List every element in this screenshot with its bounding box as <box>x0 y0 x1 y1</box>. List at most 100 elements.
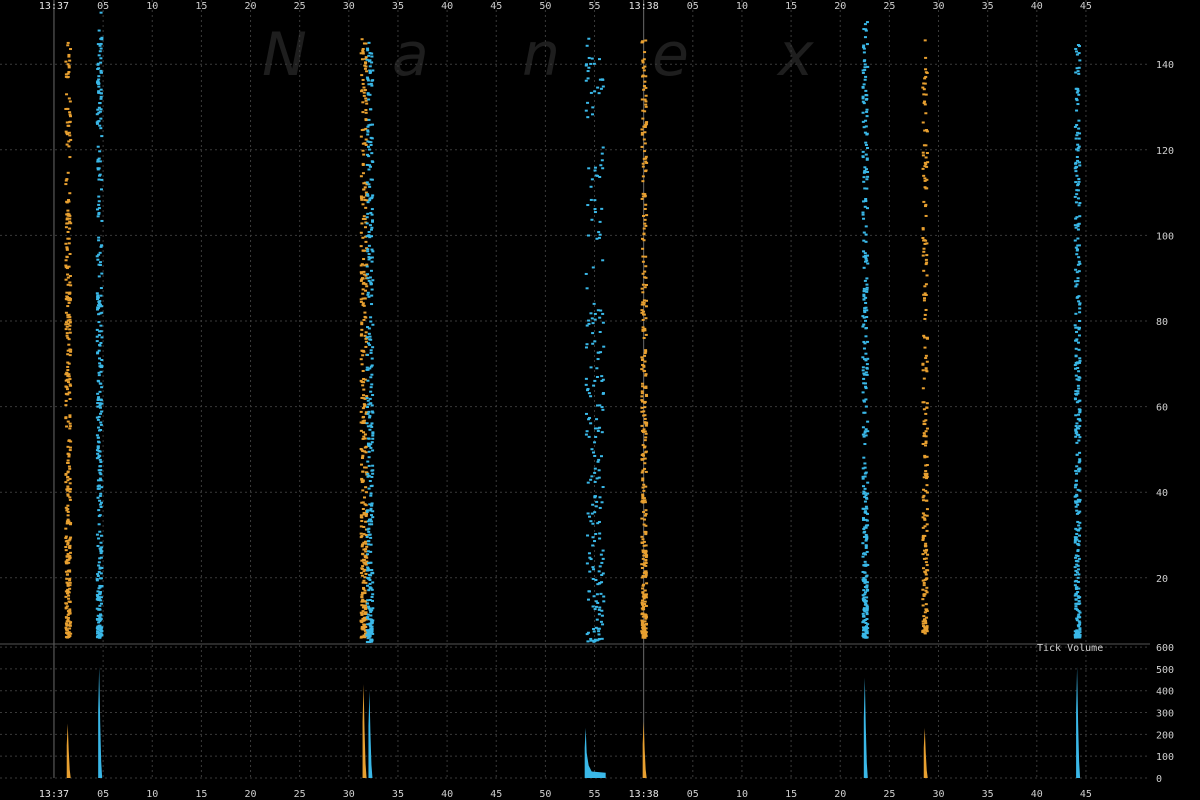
trade-point <box>96 630 100 633</box>
trade-point <box>368 335 372 338</box>
trade-point <box>366 584 370 587</box>
trade-point <box>861 612 865 615</box>
trade-point <box>585 430 589 433</box>
trade-point <box>1078 616 1082 619</box>
trade-point <box>922 625 926 628</box>
trade-point <box>922 250 926 253</box>
trade-point <box>1078 262 1082 265</box>
trade-point <box>921 496 925 499</box>
trade-point <box>68 523 72 526</box>
trade-point <box>361 111 365 114</box>
trade-point <box>370 425 374 428</box>
trade-point <box>861 507 865 510</box>
trade-point <box>1076 555 1080 558</box>
trade-point <box>369 614 373 617</box>
trade-point <box>64 242 68 245</box>
trade-point <box>66 476 70 479</box>
trade-point <box>362 304 366 307</box>
trade-point <box>99 341 103 344</box>
trade-point <box>1073 364 1077 367</box>
trade-point <box>642 364 646 367</box>
trade-point <box>923 285 927 288</box>
trade-point <box>366 248 370 251</box>
trade-point <box>1075 532 1079 535</box>
trade-point <box>924 56 928 59</box>
trade-point <box>861 71 865 74</box>
trade-point <box>96 614 100 617</box>
trade-point <box>645 582 649 585</box>
trade-point <box>644 424 648 427</box>
trade-point <box>361 416 365 419</box>
trade-point <box>640 517 644 520</box>
trade-point <box>644 556 648 559</box>
trade-point <box>371 472 375 475</box>
trade-point <box>1077 256 1081 259</box>
trade-point <box>1074 560 1078 563</box>
trade-point <box>97 561 101 564</box>
trade-point <box>641 326 645 329</box>
trade-point <box>593 540 597 543</box>
trade-point <box>95 328 99 331</box>
trade-point <box>921 588 925 591</box>
trade-point <box>642 227 646 230</box>
trade-point <box>641 538 645 541</box>
trade-point <box>641 604 645 607</box>
trade-point <box>864 233 868 236</box>
trade-point <box>925 499 929 502</box>
trade-point <box>363 421 367 424</box>
trade-point <box>925 508 929 511</box>
trade-point <box>98 429 102 432</box>
trade-point <box>641 247 645 250</box>
trade-point <box>924 308 928 311</box>
x-tick-label-bottom: 30 <box>343 789 355 800</box>
trade-point <box>865 366 869 369</box>
trade-point <box>363 604 367 607</box>
trade-point <box>68 488 72 491</box>
trade-point <box>642 303 646 306</box>
trade-point <box>866 430 870 433</box>
trade-point <box>598 316 602 319</box>
trade-point <box>361 162 365 165</box>
trade-point <box>863 495 867 498</box>
trade-point <box>925 337 929 340</box>
trade-point <box>591 342 595 345</box>
trade-point <box>369 349 373 352</box>
trade-point <box>1074 573 1078 576</box>
trade-point <box>602 595 606 598</box>
trade-point <box>923 454 927 457</box>
trade-point <box>97 253 101 256</box>
trade-point <box>862 44 866 47</box>
trade-point <box>924 263 928 266</box>
trade-point <box>369 514 373 517</box>
trade-point <box>643 518 647 521</box>
trade-point <box>866 492 870 495</box>
trade-point <box>595 375 599 378</box>
volume-tick-label: 400 <box>1156 687 1174 698</box>
x-tick-label-bottom: 05 <box>687 789 699 800</box>
trade-point <box>66 393 70 396</box>
trade-point <box>67 378 71 381</box>
trade-point <box>640 133 644 136</box>
trade-point <box>644 124 648 127</box>
trade-point <box>587 66 591 69</box>
trade-point <box>96 379 100 382</box>
trade-point <box>1078 302 1082 305</box>
trade-point <box>591 106 595 109</box>
trade-point <box>922 247 926 250</box>
trade-point <box>643 467 647 470</box>
x-tick-label-bottom: 20 <box>245 789 257 800</box>
trade-point <box>68 348 72 351</box>
trade-point <box>597 608 601 611</box>
trade-point <box>864 257 868 260</box>
trade-point <box>68 214 72 217</box>
trade-point <box>924 214 928 217</box>
trade-point <box>863 553 867 556</box>
trade-point <box>862 531 866 534</box>
trade-point <box>97 484 101 487</box>
trade-point <box>66 44 70 47</box>
trade-point <box>369 269 373 272</box>
trade-point <box>864 168 868 171</box>
trade-point <box>923 179 927 182</box>
trade-point <box>366 79 370 82</box>
trade-point <box>640 566 644 569</box>
